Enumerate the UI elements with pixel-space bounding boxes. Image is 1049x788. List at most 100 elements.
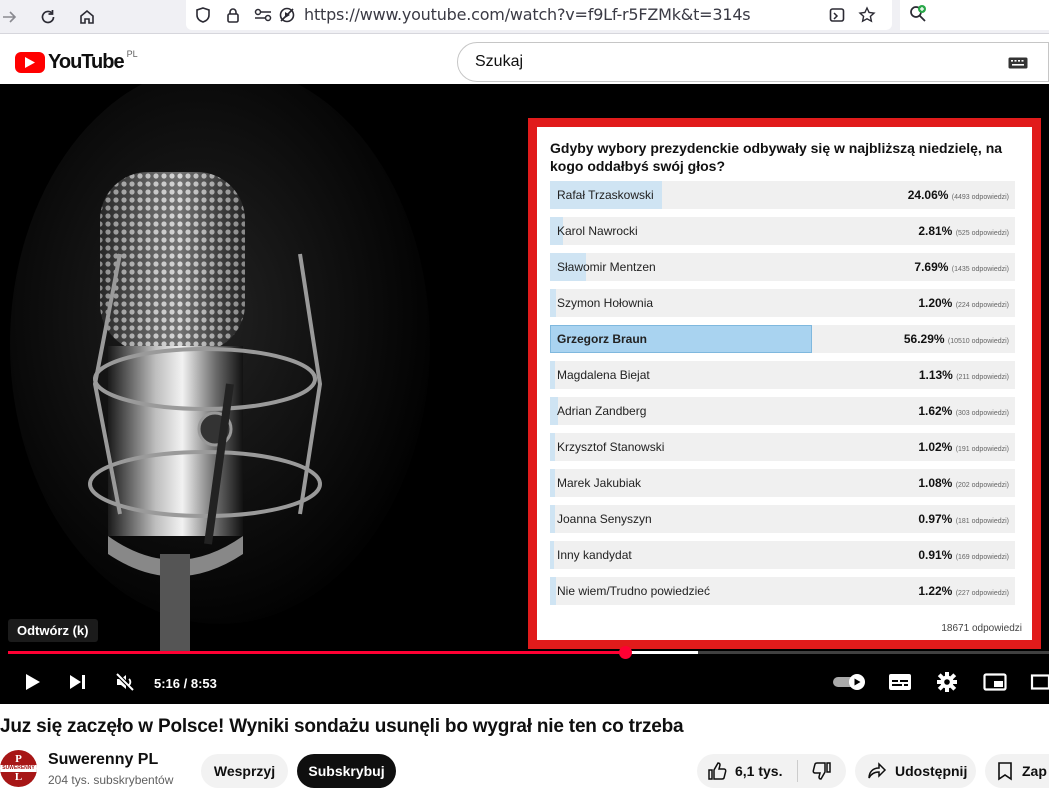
next-button[interactable] xyxy=(62,667,92,697)
poll-option-percent: 1.02% xyxy=(918,440,953,454)
url-bar[interactable]: https://www.youtube.com/watch?v=f9Lf-r5F… xyxy=(186,0,892,30)
poll-option-votes: (202 odpowiedzi) xyxy=(955,482,1009,489)
youtube-play-logo-icon xyxy=(15,52,45,73)
autoplay-toggle[interactable] xyxy=(832,667,868,697)
poll-option-percent: 1.22% xyxy=(918,584,953,598)
permissions-icon[interactable] xyxy=(252,4,274,26)
share-button[interactable]: Udostępnij xyxy=(855,754,976,788)
poll-option-result: 2.81% (525 odpowiedzi) xyxy=(918,224,1009,238)
poll-option-result: 0.97% (181 odpowiedzi) xyxy=(918,512,1009,526)
poll-option-votes: (211 odpowiedzi) xyxy=(956,374,1009,381)
poll-option-label: Szymon Hołownia xyxy=(557,296,654,310)
browser-toolbar: https://www.youtube.com/watch?v=f9Lf-r5F… xyxy=(0,0,1049,34)
home-icon[interactable] xyxy=(73,3,101,31)
poll-option-votes: (10510 odpowiedzi) xyxy=(947,338,1009,345)
microphone-image xyxy=(0,84,528,654)
gear-icon xyxy=(937,672,957,692)
logo-text: YouTube xyxy=(48,51,125,73)
save-label: Zap xyxy=(1022,763,1047,779)
poll-option-result: 1.22% (227 odpowiedzi) xyxy=(918,584,1009,598)
share-label: Udostępnij xyxy=(895,763,968,779)
poll-option-votes: (191 odpowiedzi) xyxy=(955,446,1009,453)
poll-option: Sławomir Mentzen 7.69% (1435 odpowiedzi) xyxy=(550,253,1015,281)
miniplayer-button[interactable] xyxy=(980,667,1010,697)
poll-question: Gdyby wybory prezydenckie odbywały się w… xyxy=(550,140,1003,174)
poll-option-votes: (525 odpowiedzi) xyxy=(955,230,1009,237)
settings-button[interactable] xyxy=(932,667,962,697)
like-dislike-group: 6,1 tys. xyxy=(697,754,846,788)
keyboard-icon[interactable] xyxy=(1008,57,1028,69)
poll-option-label: Adrian Zandberg xyxy=(557,404,647,418)
support-button[interactable]: Wesprzyj xyxy=(201,754,288,788)
poll-option: Magdalena Biejat 1.13% (211 odpowiedzi) xyxy=(550,361,1015,389)
video-player[interactable]: Gdyby wybory prezydenckie odbywały się w… xyxy=(0,84,1049,704)
poll-option-percent: 1.62% xyxy=(918,404,953,418)
subtitles-button[interactable] xyxy=(885,667,915,697)
autoplay-blocked-icon[interactable] xyxy=(276,4,298,26)
search-input[interactable]: Szukaj xyxy=(457,42,1049,82)
save-button[interactable]: Zap xyxy=(985,754,1049,788)
youtube-logo[interactable]: YouTube PL xyxy=(15,49,138,74)
dislike-button[interactable] xyxy=(798,754,846,788)
scrubber-handle[interactable] xyxy=(619,646,633,659)
mute-button[interactable] xyxy=(110,667,140,697)
subscribe-button[interactable]: Subskrybuj xyxy=(297,754,396,788)
reader-view-icon[interactable] xyxy=(826,4,848,26)
subscribe-label: Subskrybuj xyxy=(308,763,385,779)
autoplay-toggle-icon xyxy=(833,674,865,690)
poll-option: Nie wiem/Trudno powiedzieć 1.22% (227 odp… xyxy=(550,577,1015,605)
extension-icon[interactable] xyxy=(904,0,932,28)
like-count: 6,1 tys. xyxy=(735,763,783,779)
player-controls: 5:16 / 8:53 xyxy=(0,662,1049,702)
progress-bar[interactable] xyxy=(8,646,1049,659)
poll-option-votes: (169 odpowiedzi) xyxy=(955,554,1009,561)
like-button[interactable]: 6,1 tys. xyxy=(697,754,797,788)
poll-option-result: 24.06% (4493 odpowiedzi) xyxy=(908,188,1009,202)
forward-arrow-icon[interactable] xyxy=(0,3,24,31)
poll-option-bar xyxy=(550,361,555,389)
play-icon xyxy=(26,674,40,690)
time-display: 5:16 / 8:53 xyxy=(154,676,217,691)
poll-option-label: Magdalena Biejat xyxy=(557,368,650,382)
subscriber-count: 204 tys. subskrybentów xyxy=(48,773,174,787)
poll-option-percent: 0.97% xyxy=(918,512,953,526)
theater-mode-button[interactable] xyxy=(1024,667,1049,697)
poll-option-result: 1.02% (191 odpowiedzi) xyxy=(918,440,1009,454)
poll-option-bar xyxy=(550,469,555,497)
poll-overlay: Gdyby wybory prezydenckie odbywały się w… xyxy=(528,118,1041,649)
poll-option-label: Nie wiem/Trudno powiedzieć xyxy=(557,584,710,598)
progress-played xyxy=(8,651,626,654)
poll-option-votes: (224 odpowiedzi) xyxy=(955,302,1009,309)
poll-option-result: 0.91% (169 odpowiedzi) xyxy=(918,548,1009,562)
poll-card: Gdyby wybory prezydenckie odbywały się w… xyxy=(537,127,1032,640)
poll-option-bar xyxy=(550,541,554,569)
poll-option-label: Joanna Senyszyn xyxy=(557,512,652,526)
miniplayer-icon xyxy=(983,673,1007,691)
poll-option-votes: (1435 odpowiedzi) xyxy=(951,266,1009,273)
poll-option: Rafał Trzaskowski 24.06% (4493 odpowiedzi… xyxy=(550,181,1015,209)
poll-option-result: 1.62% (303 odpowiedzi) xyxy=(918,404,1009,418)
poll-option-result: 7.69% (1435 odpowiedzi) xyxy=(914,260,1009,274)
bookmark-star-icon[interactable] xyxy=(856,4,878,26)
lock-icon[interactable] xyxy=(222,4,244,26)
channel-avatar[interactable]: P SUWERENNY L xyxy=(0,750,37,787)
poll-option: Krzysztof Stanowski 1.02% (191 odpowiedzi… xyxy=(550,433,1015,461)
next-icon xyxy=(70,675,85,689)
poll-option-percent: 0.91% xyxy=(918,548,953,562)
bookmark-icon xyxy=(998,762,1012,781)
play-button[interactable] xyxy=(17,667,47,697)
poll-option-label: Karol Nawrocki xyxy=(557,224,638,238)
poll-option: Szymon Hołownia 1.20% (224 odpowiedzi) xyxy=(550,289,1015,317)
poll-option-bar xyxy=(550,505,555,533)
muted-volume-icon xyxy=(115,672,135,692)
channel-name[interactable]: Suwerenny PL xyxy=(48,751,158,769)
poll-option-percent: 1.20% xyxy=(918,296,953,310)
poll-option: Grzegorz Braun 56.29% (10510 odpowiedzi) xyxy=(550,325,1015,353)
reload-icon[interactable] xyxy=(34,3,62,31)
avatar-letter-top: P xyxy=(15,753,22,765)
poll-option-result: 1.20% (224 odpowiedzi) xyxy=(918,296,1009,310)
poll-option: Adrian Zandberg 1.62% (303 odpowiedzi) xyxy=(550,397,1015,425)
poll-option-label: Rafał Trzaskowski xyxy=(557,188,654,202)
poll-option-result: 1.13% (211 odpowiedzi) xyxy=(919,368,1009,382)
shield-icon[interactable] xyxy=(192,4,214,26)
